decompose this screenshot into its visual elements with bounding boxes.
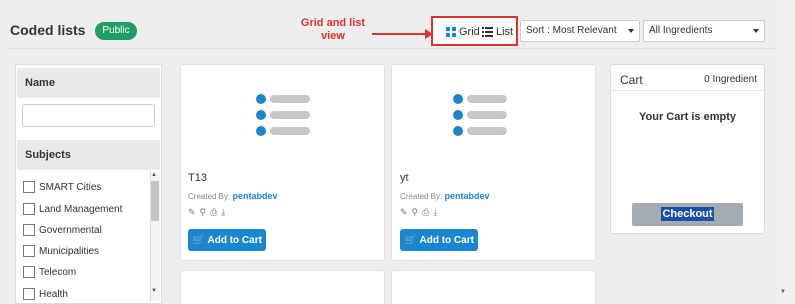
- cart-divider: [611, 90, 764, 91]
- add-to-cart-label: Add to Cart: [207, 234, 262, 246]
- subject-checkbox-item[interactable]: Municipalities: [23, 243, 99, 259]
- product-card[interactable]: [391, 270, 596, 304]
- grid-icon: [446, 27, 456, 37]
- sort-value: Sort : Most Relevant: [526, 25, 617, 36]
- download-icon[interactable]: ⤓: [221, 207, 225, 218]
- name-heading: Name: [17, 68, 160, 98]
- page-title: Coded lists: [10, 22, 86, 38]
- created-by-label: Created By:: [400, 192, 443, 201]
- add-to-cart-button[interactable]: 🛒 Add to Cart: [400, 229, 478, 251]
- scroll-down-icon[interactable]: ▼: [780, 289, 786, 295]
- list-label: List: [496, 26, 514, 38]
- author-link[interactable]: pentabdev: [232, 191, 277, 201]
- ingredients-value: All Ingredients: [649, 25, 713, 36]
- subjects-heading: Subjects: [17, 140, 160, 170]
- edit-icon[interactable]: ✎: [400, 207, 408, 218]
- subject-checkbox-item[interactable]: Health: [23, 286, 68, 302]
- list-icon: [482, 27, 493, 37]
- cart-icon: 🛒: [404, 234, 417, 246]
- card-actions: ✎ ⚲ ⎙ ⤓: [400, 207, 437, 218]
- add-to-cart-label: Add to Cart: [419, 234, 474, 246]
- annotation-label: Grid and list view: [300, 17, 366, 42]
- chevron-down-icon: [753, 29, 759, 33]
- subject-label: Land Management: [39, 203, 123, 215]
- header-divider: [8, 48, 778, 49]
- subject-label: SMART Cities: [39, 181, 102, 193]
- created-by-label: Created By:: [188, 192, 231, 201]
- sort-select[interactable]: Sort : Most Relevant: [520, 20, 640, 42]
- subject-label: Municipalities: [39, 245, 100, 257]
- print-icon[interactable]: ⎙: [422, 207, 429, 218]
- grid-view-button[interactable]: Grid: [446, 26, 480, 38]
- cart-title: Cart: [620, 73, 643, 87]
- checkbox[interactable]: [23, 203, 35, 215]
- subject-label: Governmental: [39, 224, 102, 236]
- subject-checkbox-item[interactable]: SMART Cities: [23, 179, 101, 195]
- checkbox[interactable]: [23, 288, 35, 300]
- subject-label: Health: [39, 288, 68, 300]
- chevron-down-icon: [628, 29, 634, 33]
- print-icon[interactable]: ⎙: [210, 207, 217, 218]
- grid-label: Grid: [459, 26, 480, 38]
- checkbox[interactable]: [23, 266, 35, 278]
- scroll-down-icon[interactable]: ▼: [151, 288, 157, 294]
- checkbox[interactable]: [23, 181, 35, 193]
- add-to-cart-button[interactable]: 🛒 Add to Cart: [188, 229, 266, 251]
- subject-label: Telecom: [39, 266, 77, 278]
- card-created-by: Created By: pentabdev: [188, 191, 278, 201]
- checkout-button[interactable]: Checkout: [632, 203, 743, 226]
- cart-icon: 🛒: [192, 234, 205, 246]
- author-link[interactable]: pentabdev: [444, 191, 489, 201]
- scroll-up-icon[interactable]: ▲: [151, 172, 157, 178]
- checkbox[interactable]: [23, 245, 35, 257]
- product-card[interactable]: [180, 270, 385, 304]
- annotation-arrow: [372, 33, 428, 35]
- subject-checkbox-item[interactable]: Telecom: [23, 264, 76, 280]
- card-actions: ✎ ⚲ ⎙ ⤓: [188, 207, 225, 218]
- subject-checkbox-item[interactable]: Land Management: [23, 201, 122, 217]
- name-filter-input[interactable]: [22, 104, 155, 127]
- subject-checkbox-item[interactable]: Governmental: [23, 222, 102, 238]
- list-view-button[interactable]: List: [482, 26, 513, 38]
- download-icon[interactable]: ⤓: [433, 207, 437, 218]
- checkout-label: Checkout: [661, 207, 714, 221]
- subjects-scroll-thumb[interactable]: [151, 181, 159, 221]
- edit-icon[interactable]: ✎: [188, 207, 196, 218]
- list-placeholder-icon: [256, 94, 310, 136]
- search-icon[interactable]: ⚲: [200, 207, 207, 218]
- card-title[interactable]: yt: [400, 172, 409, 184]
- checkbox[interactable]: [23, 224, 35, 236]
- ingredients-select[interactable]: All Ingredients: [643, 20, 765, 42]
- card-created-by: Created By: pentabdev: [400, 191, 490, 201]
- cart-empty-message: Your Cart is empty: [639, 111, 736, 123]
- list-placeholder-icon: [453, 94, 507, 136]
- card-title[interactable]: T13: [188, 172, 207, 184]
- search-icon[interactable]: ⚲: [412, 207, 419, 218]
- public-badge: Public: [95, 22, 137, 40]
- cart-count: 0 Ingredient: [704, 74, 757, 85]
- page-scrollbar[interactable]: [776, 0, 795, 304]
